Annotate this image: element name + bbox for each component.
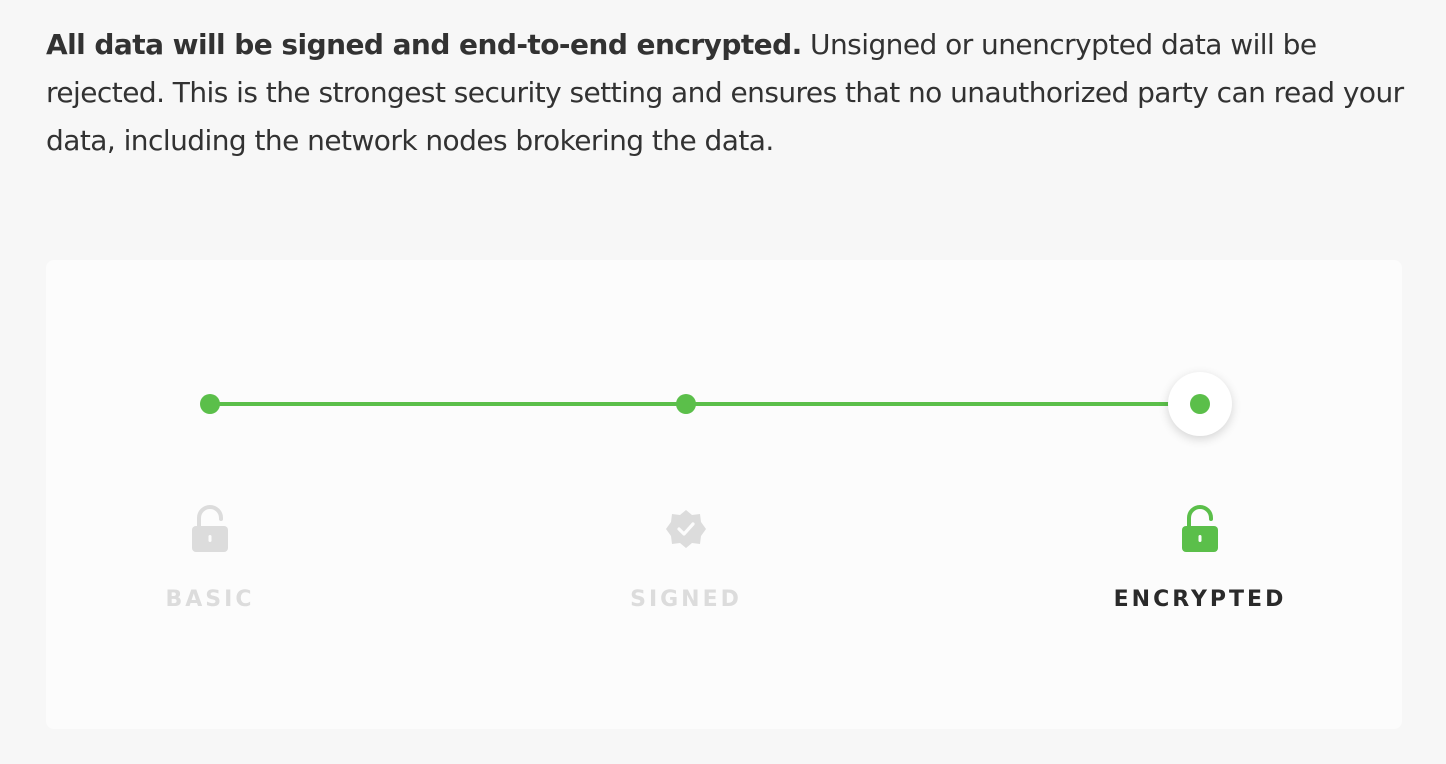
security-level-card: BASIC SIGNED ENCRYPTED [46, 260, 1402, 729]
slider-stop-basic[interactable] [200, 394, 220, 414]
unlock-icon [1182, 505, 1218, 552]
slider-handle[interactable] [1168, 372, 1232, 436]
slider-track-segment-basic-signed [210, 402, 686, 406]
security-option-label-encrypted: ENCRYPTED [1113, 587, 1287, 612]
security-option-signed[interactable]: SIGNED [566, 504, 806, 614]
slider-track-segment-signed-encrypted [686, 402, 1200, 406]
slider-handle-dot [1190, 394, 1210, 414]
unlock-icon [192, 505, 228, 552]
security-option-encrypted[interactable]: ENCRYPTED [1080, 504, 1320, 614]
description-emphasis: All data will be signed and end-to-end e… [46, 28, 802, 61]
slider-stop-signed[interactable] [676, 394, 696, 414]
security-option-label-signed: SIGNED [630, 587, 742, 612]
security-option-basic[interactable]: BASIC [90, 504, 330, 614]
security-description: All data will be signed and end-to-end e… [46, 21, 1416, 165]
security-option-label-basic: BASIC [165, 587, 255, 612]
verified-badge-icon [666, 510, 706, 548]
